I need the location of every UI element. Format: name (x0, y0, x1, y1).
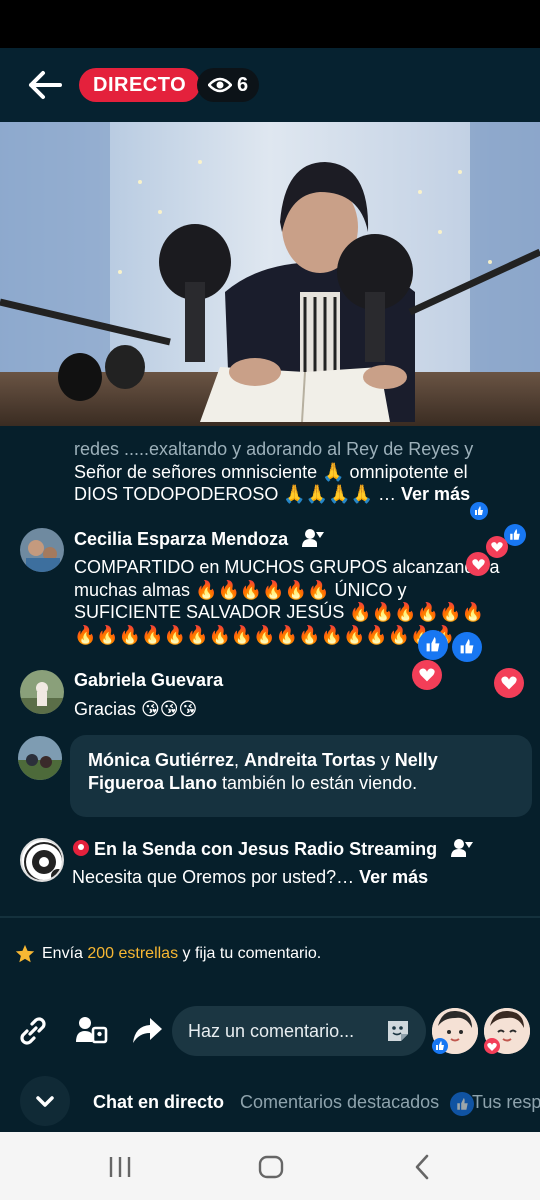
love-reaction-icon (466, 552, 490, 576)
comment-text: Gracias 😘😘😘 (74, 699, 198, 719)
admin-badge-icon (451, 839, 474, 857)
chevron-down-icon (36, 1096, 54, 1107)
divider (0, 916, 540, 918)
separator: y (375, 750, 395, 770)
see-more-link[interactable]: Ver más (401, 484, 470, 504)
comment-line: muchas almas 🔥🔥🔥🔥🔥🔥 ÚNICO y (74, 579, 407, 600)
like-reaction-icon (418, 630, 448, 660)
viewer-count-pill: 6 (197, 68, 259, 102)
page-name-text: En la Senda con Jesus Radio Streaming (94, 839, 438, 859)
broadcast-description: redes .....exaltando y adorando al Rey d… (74, 438, 524, 506)
page-comment-item: En la Senda con Jesus Radio Streaming Ne… (20, 838, 530, 898)
status-bar (0, 0, 540, 48)
comment-item: Gabriela Guevara Gracias 😘😘😘 (20, 670, 530, 720)
love-reaction-icon (494, 668, 524, 698)
also-watching-notice: Mónica Gutiérrez, Andreita Tortas y Nell… (70, 735, 532, 817)
avatar (18, 736, 62, 780)
tab-top-comments[interactable]: Comentarios destacados (240, 1092, 439, 1113)
star-icon (15, 944, 35, 963)
invite-icon[interactable] (74, 1014, 108, 1048)
comment-composer-row: Haz un comentario... (0, 1004, 540, 1060)
comment-placeholder: Haz un comentario... (188, 1020, 355, 1041)
tab-live-chat[interactable]: Chat en directo (93, 1092, 224, 1113)
top-fan-badge-icon (302, 529, 325, 547)
viewer-count: 6 (236, 73, 249, 96)
back-nav-icon[interactable] (408, 1152, 438, 1182)
comment-text: COMPARTIDO en MUCHOS GRUPOS alcanzando a… (74, 556, 524, 646)
stars-promo-prefix: Envía (42, 945, 88, 962)
eye-icon (207, 77, 232, 93)
collapse-button[interactable] (20, 1076, 70, 1126)
reaction-face-like[interactable] (432, 1008, 478, 1054)
tab-your-replies[interactable]: Tus resp (472, 1092, 540, 1113)
separator: , (234, 750, 245, 770)
commenter-name[interactable]: Gabriela Guevara (74, 670, 223, 691)
back-arrow-icon[interactable] (26, 68, 64, 102)
viewer-name[interactable]: Andreita Tortas (244, 750, 376, 770)
love-reaction-icon (486, 536, 508, 558)
like-reaction-icon (452, 632, 482, 662)
like-reaction-icon (450, 1092, 474, 1116)
stars-promo[interactable]: Envía 200 estrellas y fija tu comentario… (14, 943, 321, 965)
live-video[interactable] (0, 122, 540, 426)
commenter-name[interactable]: Cecilia Esparza Mendoza (74, 528, 325, 550)
page-avatar[interactable] (20, 838, 64, 882)
description-line: DIOS TODOPODEROSO 🙏🙏🙏🙏 … Ver más (74, 483, 524, 506)
viewer-name[interactable]: Mónica Gutiérrez (88, 750, 234, 770)
share-icon[interactable] (130, 1014, 164, 1048)
like-reaction-icon (470, 502, 488, 520)
comment-input[interactable]: Haz un comentario... (172, 1006, 426, 1056)
home-icon[interactable] (256, 1152, 286, 1182)
avatar[interactable] (20, 670, 64, 714)
live-indicator-icon (73, 840, 89, 856)
stars-promo-suffix: y fija tu comentario. (178, 945, 322, 962)
love-reaction-icon (412, 660, 442, 690)
comment-line: SUFICIENTE SALVADOR JESÚS 🔥🔥🔥🔥🔥🔥 (74, 602, 484, 622)
description-line: redes .....exaltando y adorando al Rey d… (74, 439, 474, 459)
video-frame (0, 122, 540, 426)
see-more-link[interactable]: Ver más (359, 867, 428, 887)
sticker-icon[interactable] (384, 1017, 412, 1045)
system-nav-bar (0, 1132, 540, 1200)
page-comment-text: Necesita que Oremos por usted?… (72, 867, 360, 887)
comment-text: Necesita que Oremos por usted?… Ver más (72, 866, 522, 889)
page-name[interactable]: En la Senda con Jesus Radio Streaming (72, 838, 474, 860)
comment-line: COMPARTIDO en MUCHOS GRUPOS alcanzando a (74, 557, 500, 577)
link-icon[interactable] (16, 1014, 50, 1048)
chat-tabs: Chat en directo Comentarios destacados T… (0, 1074, 540, 1132)
stars-count: 200 estrellas (87, 945, 179, 962)
live-badge: DIRECTO (79, 68, 201, 102)
recents-icon[interactable] (105, 1152, 135, 1182)
reaction-face-love[interactable] (484, 1008, 530, 1054)
commenter-name-text: Cecilia Esparza Mendoza (74, 529, 289, 549)
description-text: DIOS TODOPODEROSO 🙏🙏🙏🙏 … (74, 484, 402, 504)
avatar[interactable] (20, 528, 64, 572)
notice-suffix: también lo están viendo. (217, 773, 418, 793)
comments-feed: redes .....exaltando y adorando al Rey d… (0, 430, 540, 916)
description-line: Señor de señores omnisciente 🙏 omnipoten… (74, 461, 468, 482)
